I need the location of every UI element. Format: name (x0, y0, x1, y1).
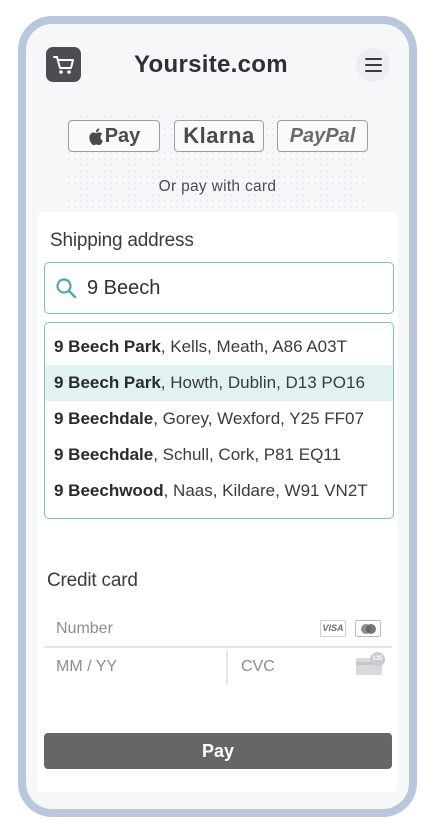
suggestion-match-text: 9 Beech Park (54, 337, 161, 356)
suggestion-match-text: 9 Beechdale (54, 445, 154, 464)
shipping-address-label: Shipping address (50, 230, 194, 251)
address-suggestion-item[interactable]: 9 Beech Park, Kells, Meath, A86 A03T (45, 329, 393, 365)
suggestion-rest-text: , Howth, Dublin, D13 PO16 (160, 373, 365, 392)
or-pay-with-card-text: Or pay with card (158, 178, 277, 195)
apple-pay-button[interactable]: Pay (68, 120, 160, 152)
suggestion-rest-text: , Naas, Kildare, W91 VN2T (163, 481, 368, 500)
address-suggestion-item[interactable]: 9 Beechdale, Schull, Cork, P81 EQ11 (45, 437, 393, 473)
suggestion-match-text: 9 Beechwood (54, 481, 164, 500)
paypal-button[interactable]: PayPal (277, 120, 368, 152)
address-suggestions-list: 9 Beech Park, Kells, Meath, A86 A03T 9 Be… (44, 322, 394, 519)
address-suggestion-item[interactable]: 9 Beechdale, Gorey, Wexford, Y25 FF07 (45, 401, 393, 437)
pay-button[interactable]: Pay (44, 733, 392, 769)
address-suggestion-item[interactable]: 9 Beech Park, Howth, Dublin, D13 PO16 (45, 365, 393, 401)
suggestion-rest-text: , Schull, Cork, P81 EQ11 (153, 445, 341, 464)
expiry-cvc-divider (226, 650, 228, 684)
klarna-label: Klarna (183, 123, 255, 148)
suggestion-match-text: 9 Beech Park (54, 373, 161, 392)
apple-pay-label: Pay (104, 124, 141, 147)
header: Yoursite.com (26, 24, 409, 108)
klarna-button[interactable]: Klarna (174, 120, 264, 152)
suggestion-match-text: 9 Beechdale (54, 409, 154, 428)
expiry-input[interactable]: MM / YY (56, 658, 117, 676)
cvc-input[interactable]: CVC (241, 658, 275, 676)
apple-icon (89, 127, 103, 145)
cvc-badge: 135 (370, 652, 385, 667)
card-number-divider (44, 646, 392, 648)
card-number-input[interactable]: Number (56, 620, 113, 638)
mastercard-icon (355, 620, 381, 637)
cvc-card-icon: 135 (356, 652, 385, 675)
address-suggestion-item[interactable]: 9 Beechwood, Naas, Kildare, W91 VN2T (45, 473, 393, 509)
suggestion-rest-text: , Kells, Meath, A86 A03T (160, 337, 347, 356)
credit-card-label: Credit card (47, 570, 138, 591)
visa-icon: VISA (320, 620, 346, 637)
address-search-field[interactable] (44, 262, 394, 314)
address-search-input[interactable] (87, 275, 377, 301)
shopping-cart-icon[interactable] (46, 47, 81, 82)
site-title[interactable]: Yoursite.com (134, 51, 288, 79)
phone-screen: Yoursite.com Pay Klarna PayPal Or pay wi… (26, 24, 409, 809)
hamburger-menu-icon[interactable] (356, 48, 390, 82)
suggestion-rest-text: , Gorey, Wexford, Y25 FF07 (153, 409, 364, 428)
paypal-label: PayPal (289, 124, 356, 147)
search-icon (56, 278, 77, 299)
